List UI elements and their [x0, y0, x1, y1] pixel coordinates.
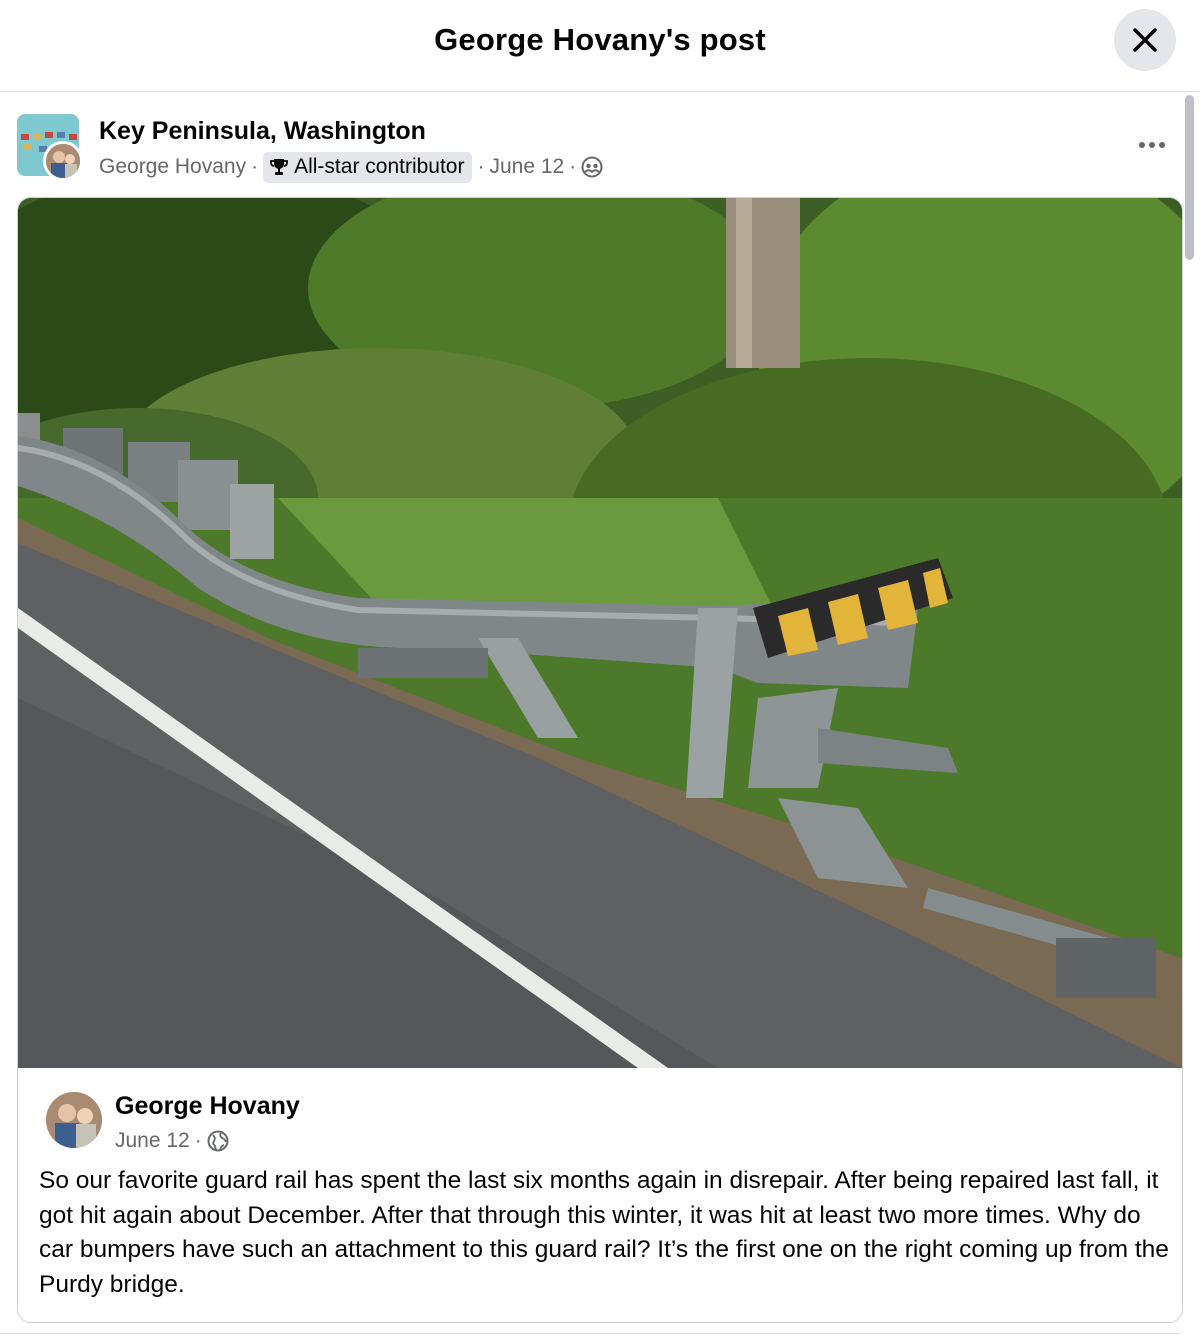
meta-separator: · [251, 155, 259, 178]
author-name-link[interactable]: George Hovany [99, 155, 246, 179]
author-avatar[interactable] [43, 141, 83, 181]
scrollbar-track[interactable] [1182, 93, 1196, 1339]
shared-author-avatar[interactable] [46, 1092, 102, 1148]
dialog-title: George Hovany's post [434, 22, 766, 57]
more-options-icon [1139, 142, 1165, 148]
dialog-header: George Hovany's post [0, 0, 1200, 92]
post-body-text: So our favorite guard rail has spent the… [39, 1167, 1169, 1298]
post-header: Key Peninsula, Washington George Hovany … [0, 93, 1180, 193]
badge-label: All-star contributor [294, 155, 465, 178]
meta-separator: · [569, 155, 577, 178]
scrollbar-thumb[interactable] [1185, 95, 1194, 260]
close-button[interactable] [1114, 9, 1176, 71]
group-name-link[interactable]: Key Peninsula, Washington [99, 117, 426, 146]
members-icon [581, 156, 603, 178]
all-star-contributor-badge[interactable]: All-star contributor [263, 151, 473, 183]
shared-post-card[interactable]: George Hovany June 12 · So our favorite … [17, 197, 1183, 1323]
shared-author-name-link[interactable]: George Hovany [115, 1092, 300, 1121]
bottom-divider [0, 1333, 1180, 1334]
shared-post-meta: June 12 · [115, 1127, 229, 1155]
post-meta: George Hovany · All-star contributor · J… [99, 151, 603, 183]
more-options-button[interactable] [1124, 127, 1180, 163]
meta-separator: · [477, 155, 485, 178]
post-photo[interactable] [18, 198, 1182, 1068]
close-icon [1133, 28, 1157, 52]
shared-post-date-link[interactable]: June 12 [115, 1129, 190, 1153]
author-photo [46, 144, 80, 178]
trophy-icon [270, 159, 288, 175]
meta-separator: · [194, 1129, 202, 1152]
shared-author-photo [46, 1092, 102, 1148]
globe-icon [207, 1130, 229, 1152]
post-date-link[interactable]: June 12 [489, 155, 564, 179]
